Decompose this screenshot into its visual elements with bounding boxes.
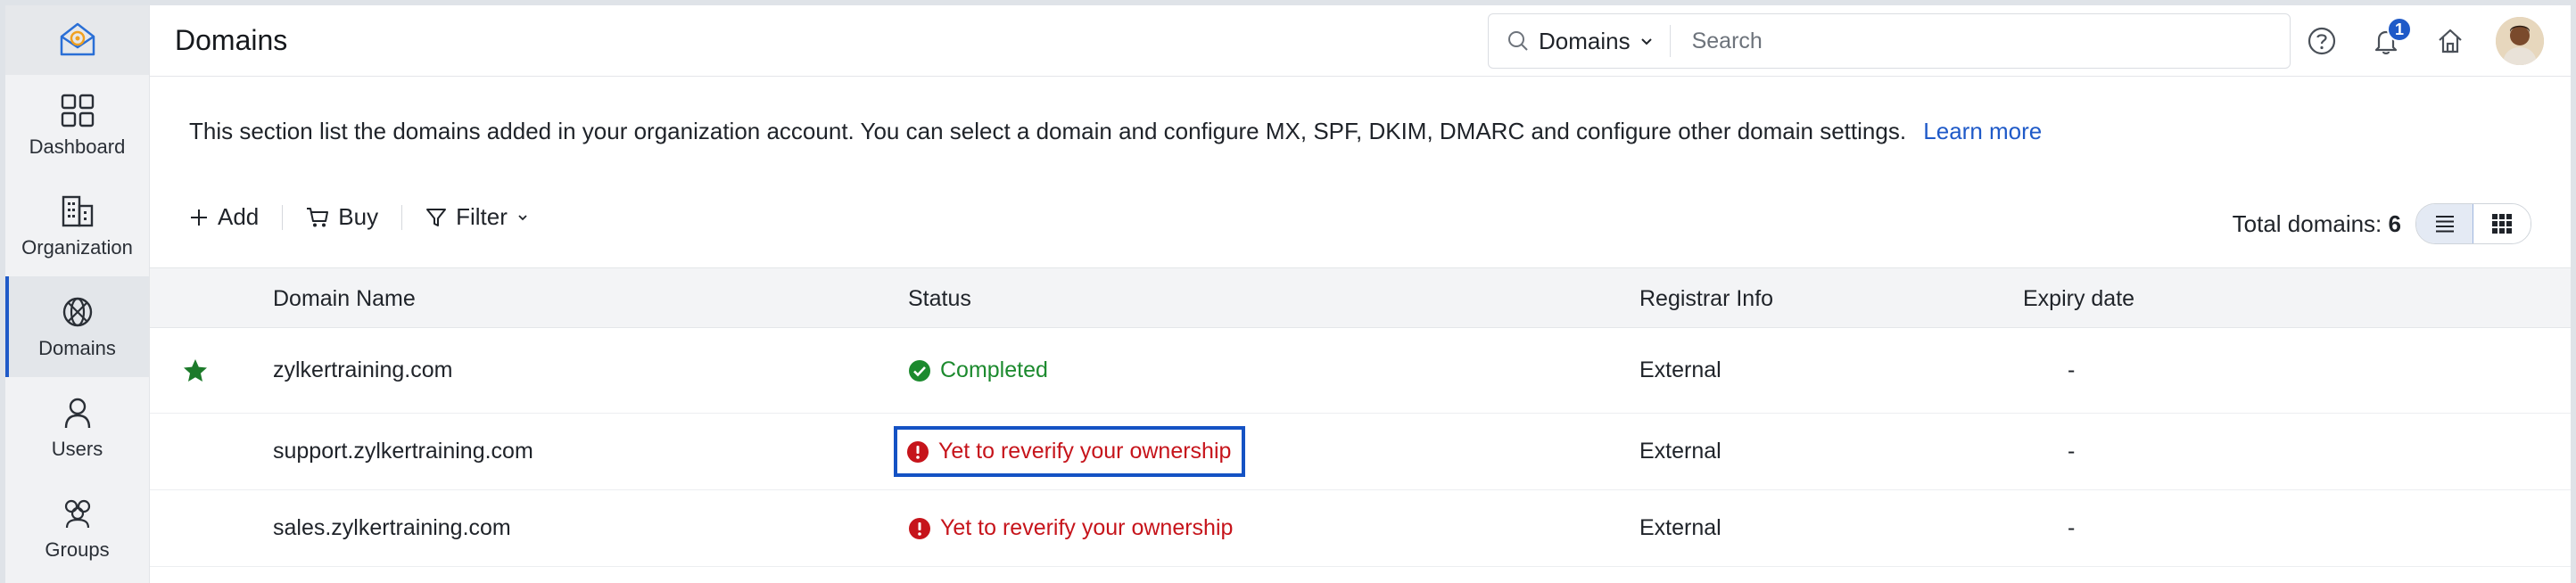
search-icon [1508,31,1528,51]
filter-icon [426,208,447,226]
sidebar-item-organization[interactable]: Organization [5,176,149,276]
status-text: Yet to reverify your ownership [938,439,1232,464]
search-bar: Domains [1488,13,2291,69]
total-domains: Total domains: 6 [2233,210,2401,238]
registrar-cell: External [1639,515,1721,540]
exclamation-circle-icon [909,517,930,539]
home-button[interactable] [2432,22,2469,60]
registrar-cell: External [1639,439,1721,464]
add-domain-button[interactable]: Add [189,203,259,231]
toolbar-divider [401,204,403,230]
learn-more-link[interactable]: Learn more [1923,118,2042,144]
search-scope-dropdown[interactable]: Domains [1489,25,1671,57]
domain-name-cell[interactable]: support.zylkertraining.com [273,414,533,489]
main-content: Domains Domains Search 1 This section li… [150,5,2571,583]
grid-view-button[interactable] [2473,204,2531,243]
add-label: Add [218,203,260,230]
page-title: Domains [175,24,288,56]
buy-domain-button[interactable]: Buy [306,203,378,231]
expiry-cell: - [2068,357,2076,382]
user-avatar[interactable] [2496,17,2544,65]
list-view-icon [2435,216,2454,233]
filter-label: Filter [456,203,508,230]
column-header-status[interactable]: Status [908,268,971,329]
domain-name-cell[interactable]: zylkertraining.com [273,328,452,413]
status-cell: Completed [908,328,1048,413]
sidebar-item-label: Dashboard [29,135,126,158]
plus-icon [191,209,207,226]
domains-table: Domain Name Status Registrar Info Expiry… [150,267,2571,567]
section-description: This section list the domains added in y… [189,118,2042,145]
status-text: Completed [940,357,1048,382]
list-view-button[interactable] [2416,204,2473,243]
sidebar-item-label: Groups [45,538,110,561]
domain-name-cell[interactable]: sales.zylkertraining.com [273,490,511,566]
avatar-icon [2496,17,2544,65]
table-row[interactable]: sales.zylkertraining.com Yet to reverify… [150,490,2571,567]
chevron-down-icon [518,214,527,220]
notifications-button[interactable]: 1 [2367,17,2412,60]
expiry-cell: - [2068,439,2076,464]
mail-admin-logo-icon [60,22,95,56]
status-cell: Yet to reverify your ownership [908,490,1233,566]
organization-icon [62,195,93,226]
table-row[interactable]: support.zylkertraining.com Yet to reveri… [150,414,2571,490]
sidebar: Dashboard Organization Domains Users Gro… [5,5,150,583]
total-domains-count: 6 [2388,210,2401,237]
status-text: Yet to reverify your ownership [940,515,1234,540]
users-icon [64,398,90,428]
registrar-cell: External [1639,357,1721,382]
expiry-cell: - [2068,515,2076,540]
sidebar-item-label: Organization [21,235,133,259]
primary-domain-marker[interactable] [182,328,209,413]
domains-icon [62,297,92,326]
dashboard-icon [61,94,94,127]
domain-toolbar: Add Buy Filter [189,203,529,231]
search-input[interactable] [1670,28,2290,54]
search-scope-label: Domains [1539,27,1631,54]
sidebar-item-domains[interactable]: Domains [5,276,149,377]
status-cell: Yet to reverify your ownership [894,414,1246,489]
column-header-registrar-info[interactable]: Registrar Info [1639,268,1773,329]
help-icon [2308,27,2336,55]
sidebar-item-dashboard[interactable]: Dashboard [5,75,149,176]
sidebar-item-label: Users [51,437,103,460]
status-badge-highlighted[interactable]: Yet to reverify your ownership [894,426,1246,477]
table-header: Domain Name Status Registrar Info Expiry… [150,267,2571,328]
toolbar-divider [282,204,284,230]
help-button[interactable] [2303,22,2341,60]
app-logo[interactable] [5,5,149,75]
cart-icon [307,207,329,226]
home-icon [2439,29,2462,53]
exclamation-circle-icon [907,440,929,463]
sidebar-item-users[interactable]: Users [5,377,149,478]
table-row[interactable]: zylkertraining.com Completed External - [150,328,2571,414]
total-domains-label: Total domains: [2232,210,2382,237]
filter-dropdown[interactable]: Filter [425,203,529,231]
groups-icon [64,499,90,528]
column-header-expiry-date[interactable]: Expiry date [2023,268,2134,329]
app-window: Dashboard Organization Domains Users Gro… [5,5,2571,583]
grid-view-icon [2492,214,2512,234]
sidebar-item-label: Domains [38,336,116,359]
column-header-domain-name[interactable]: Domain Name [273,268,416,329]
view-toggle [2415,203,2531,244]
star-icon [184,358,207,382]
status-badge: Completed [908,357,1048,383]
top-icons: 1 [2303,5,2544,77]
check-circle-icon [909,359,930,382]
description-text: This section list the domains added in y… [189,118,1907,144]
buy-label: Buy [338,203,379,230]
notification-count-badge: 1 [2387,17,2412,42]
top-bar: Domains Domains Search 1 [150,5,2571,77]
sidebar-item-groups[interactable]: Groups [5,478,149,579]
status-badge: Yet to reverify your ownership [908,515,1233,541]
chevron-down-icon [1640,38,1652,45]
